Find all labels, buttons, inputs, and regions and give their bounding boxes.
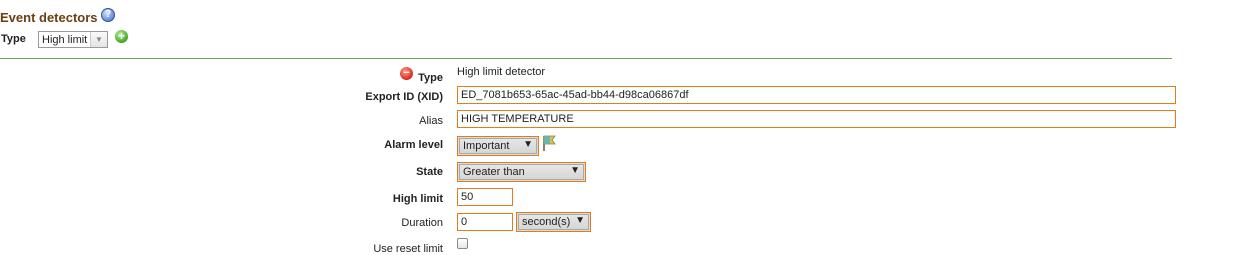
chevron-down-icon: ▼ [90,32,107,47]
divider [0,58,1172,59]
duration-unit-value: second(s) [522,216,571,228]
reset-limit-checkbox[interactable] [457,238,468,249]
flag-icon [543,135,556,151]
duration-label: Duration [401,217,443,229]
detector-type-label: Type [418,72,443,84]
alias-input[interactable] [457,110,1176,128]
state-value: Greater than [463,166,525,178]
type-label: Type [1,33,26,45]
alarm-level-select[interactable]: Important ▼ [457,136,539,156]
duration-unit-select[interactable]: second(s) ▼ [516,212,591,232]
alias-label: Alias [419,115,443,127]
alarm-level-value: Important [463,140,510,152]
high-limit-input[interactable] [457,188,513,206]
section-title: Event detectors [0,10,98,25]
duration-input[interactable] [457,213,513,231]
high-limit-label: High limit [392,193,443,205]
state-label: State [416,166,443,178]
alarm-level-label: Alarm level [384,139,443,151]
reset-limit-label: Use reset limit [373,243,443,255]
type-select[interactable]: High limit ▼ [38,31,108,48]
xid-label: Export ID (XID) [365,91,443,103]
type-select-value: High limit [42,34,88,46]
delete-icon[interactable]: − [400,67,413,80]
detector-type-value: High limit detector [457,66,546,78]
state-select[interactable]: Greater than ▼ [457,162,586,182]
chevron-down-icon: ▼ [570,165,580,176]
chevron-down-icon: ▼ [575,215,585,226]
add-icon[interactable]: + [115,30,128,43]
xid-input[interactable] [457,86,1176,104]
chevron-down-icon: ▼ [523,139,533,150]
help-icon[interactable]: ? [101,8,115,22]
